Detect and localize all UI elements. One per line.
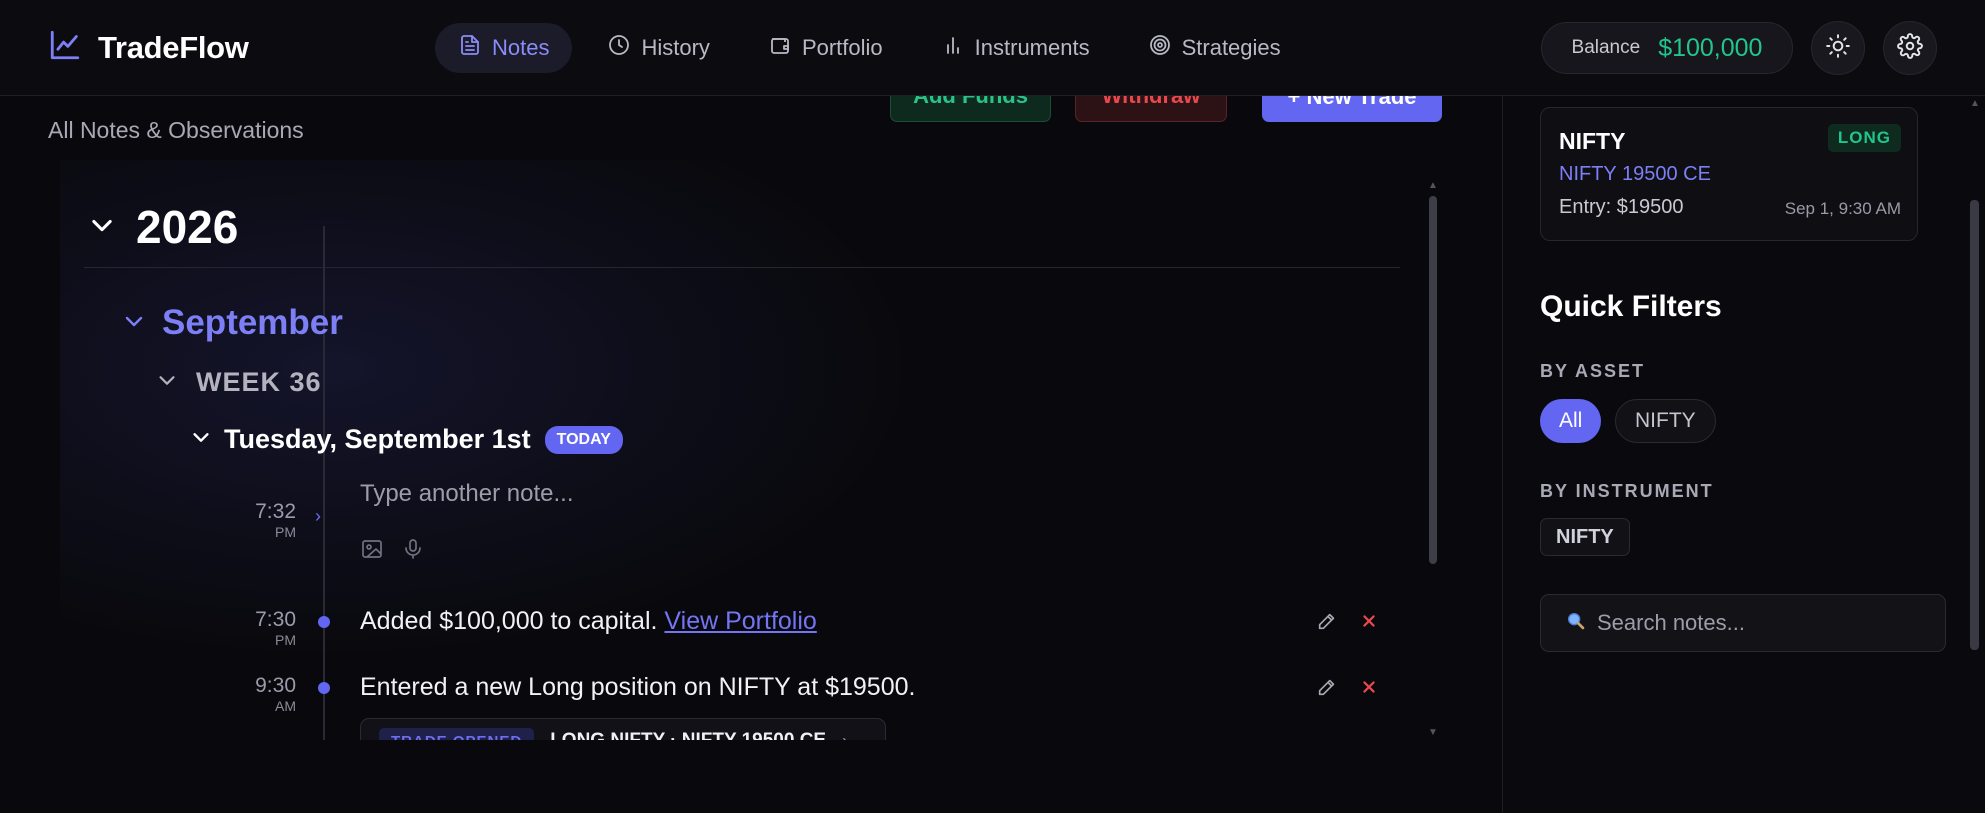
app-name: TradeFlow [98,29,249,65]
scroll-up-arrow[interactable]: ▲ [1428,180,1438,191]
month-header[interactable]: September [122,303,343,343]
time-value: 9:30 [255,674,296,697]
time-ampm: AM [275,698,296,714]
time-ampm: PM [275,632,296,648]
sidebar-scrollbar-thumb[interactable] [1970,200,1979,650]
scroll-down-arrow[interactable]: ▼ [1428,727,1438,738]
balance-pill: Balance $100,000 [1541,22,1793,74]
chevron-down-icon [156,369,178,396]
trade-opened-badge: TRADE OPENED [379,727,535,740]
note-text: Added $100,000 to capital. [360,607,658,635]
right-sidebar: NIFTY LONG NIFTY 19500 CE Entry: $19500 … [1502,96,1985,813]
chevron-down-icon [122,309,146,338]
bar-chart-icon [941,33,965,63]
divider [84,267,1400,268]
position-instrument: NIFTY 19500 CE [1559,163,1711,185]
day-label: Tuesday, September 1st [224,424,531,454]
by-instrument-label: BY INSTRUMENT [1540,481,1714,501]
note-time: 7:30 PM [226,608,296,648]
tab-label: Portfolio [801,35,883,60]
note-time: 9:30 AM [226,674,296,714]
chevron-down-icon [190,426,212,453]
year-header[interactable]: 2026 [88,200,238,254]
note-item: Added $100,000 to capital. View Portfoli… [360,607,817,636]
chevron-right-icon: › [315,506,321,526]
wallet-icon [768,33,792,63]
week-header[interactable]: WEEK 36 [156,367,322,398]
notes-timeline: 2026 September WEEK 36 Tuesday, Septembe… [48,180,1443,740]
note-text: Entered a new Long position on NIFTY at … [360,673,916,701]
main-nav: Notes History Portfolio Instruments Stra… [435,23,1304,73]
timeline-dot [318,682,330,694]
edit-icon[interactable] [1316,610,1338,637]
trend-chart-icon [48,28,82,67]
position-card[interactable]: NIFTY LONG NIFTY 19500 CE Entry: $19500 … [1540,107,1918,241]
time-value: 7:32 [255,500,296,523]
top-bar: TradeFlow Notes History Portfolio Instru… [0,0,1985,96]
tab-history[interactable]: History [584,23,732,73]
position-asset: NIFTY [1559,128,1626,154]
search-icon [1565,610,1587,637]
tab-notes[interactable]: Notes [435,23,573,73]
chevron-right-icon: › [842,731,848,741]
tab-label: Instruments [974,35,1090,60]
quick-filters-title: Quick Filters [1540,290,1722,323]
note-actions [1316,676,1380,703]
tab-portfolio[interactable]: Portfolio [745,23,906,73]
year-label: 2026 [136,201,239,253]
image-icon[interactable] [360,537,384,566]
trade-summary: LONG NIFTY · NIFTY 19500 CE [550,730,826,740]
sun-icon [1825,33,1851,64]
theme-toggle-button[interactable] [1811,21,1865,75]
search-notes [1540,594,1946,652]
position-time: Sep 1, 9:30 AM [1784,199,1901,218]
view-portfolio-link[interactable]: View Portfolio [664,607,816,635]
tab-label: History [641,35,710,60]
composer-time: 7:32 PM [226,500,296,540]
time-ampm: PM [275,524,296,540]
tab-label: Strategies [1181,35,1281,60]
today-badge: TODAY [544,425,623,454]
gear-icon [1897,32,1923,64]
position-entry: Entry: $19500 [1559,196,1684,218]
composer-toolbar [360,537,425,566]
note-actions [1316,610,1380,637]
microphone-icon[interactable] [401,537,425,566]
balance-label: Balance [1571,37,1641,58]
week-label: WEEK 36 [196,367,322,397]
delete-icon[interactable] [1358,676,1380,703]
position-side-badge: LONG [1827,124,1901,152]
tab-instruments[interactable]: Instruments [918,23,1113,73]
timeline-dot [318,616,330,628]
asset-filter-nifty[interactable]: NIFTY [1615,399,1716,443]
edit-icon[interactable] [1316,676,1338,703]
day-header[interactable]: Tuesday, September 1st TODAY [190,424,623,455]
balance-value: $100,000 [1658,33,1763,62]
clock-icon [607,33,631,63]
search-input[interactable] [1597,610,1927,636]
note-composer-input[interactable]: Type another note... [360,480,573,508]
chevron-down-icon [88,211,116,244]
target-icon [1148,33,1172,63]
file-text-icon [458,33,482,63]
asset-filter-all[interactable]: All [1540,399,1602,443]
sidebar-scroll-up-arrow[interactable]: ▲ [1970,98,1980,109]
scrollbar-thumb[interactable] [1429,196,1437,564]
page-subtitle: All Notes & Observations [48,117,304,143]
delete-icon[interactable] [1358,610,1380,637]
time-value: 7:30 [255,608,296,631]
settings-button[interactable] [1883,21,1937,75]
instrument-filter-nifty[interactable]: NIFTY [1540,518,1630,556]
tab-strategies[interactable]: Strategies [1125,23,1304,73]
trade-link-chip[interactable]: TRADE OPENED LONG NIFTY · NIFTY 19500 CE… [360,718,886,740]
by-asset-label: BY ASSET [1540,361,1646,381]
month-label: September [162,303,343,342]
tab-label: Notes [492,35,550,60]
brand[interactable]: TradeFlow [48,28,249,67]
